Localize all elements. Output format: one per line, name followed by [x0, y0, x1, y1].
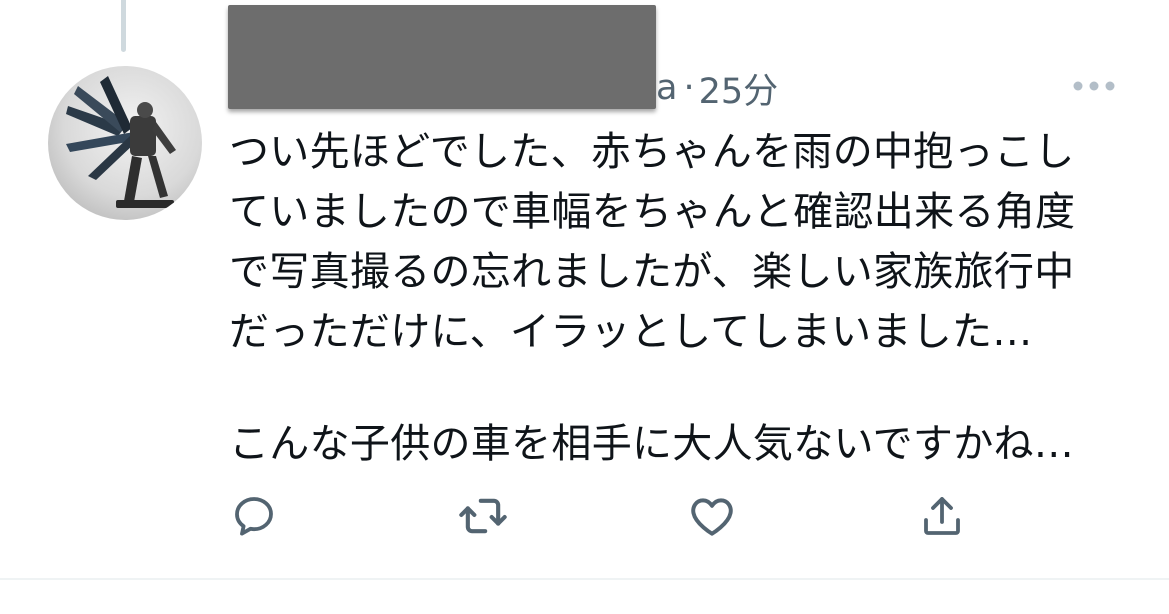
tweet-text-line: つい先ほどでした、赤ちゃんを雨の中抱っこし	[229, 129, 1075, 175]
thread-connector-line	[121, 0, 126, 52]
avatar-image	[66, 76, 176, 208]
header-separator: ·	[683, 68, 695, 108]
handle-text[interactable]: a	[656, 68, 677, 108]
avatar[interactable]	[48, 66, 202, 220]
tweet-text-line: だっただけに、イラッとしてしまいました…	[229, 309, 1033, 355]
more-horizontal-icon	[1073, 81, 1115, 91]
timestamp[interactable]: 25分	[699, 63, 779, 114]
tweet-body: つい先ほどでした、赤ちゃんを雨の中抱っこし ていましたので車幅をちゃんと確認出来…	[229, 122, 1129, 474]
share-button[interactable]	[912, 486, 972, 546]
tweet-header: a · 25分	[656, 64, 778, 112]
tweet-text-line: ていましたので車幅をちゃんと確認出来る角度	[229, 189, 1076, 235]
retweet-button[interactable]	[453, 486, 513, 546]
tweet-text-line: で写真撮るの忘れましたが、楽しい家族旅行中	[229, 249, 1075, 295]
share-icon	[924, 497, 960, 535]
heart-icon	[691, 498, 733, 536]
reply-icon	[235, 497, 273, 536]
retweet-icon	[459, 498, 507, 534]
like-button[interactable]	[682, 486, 742, 546]
more-options-button[interactable]	[1066, 68, 1122, 104]
tweet-action-bar	[0, 486, 1169, 546]
reply-button[interactable]	[224, 486, 284, 546]
tweet-divider	[0, 578, 1169, 580]
username-redaction-block	[228, 5, 656, 109]
tweet-text-paragraph-2: こんな子供の車を相手に大人気ないですかね…	[229, 421, 1075, 467]
